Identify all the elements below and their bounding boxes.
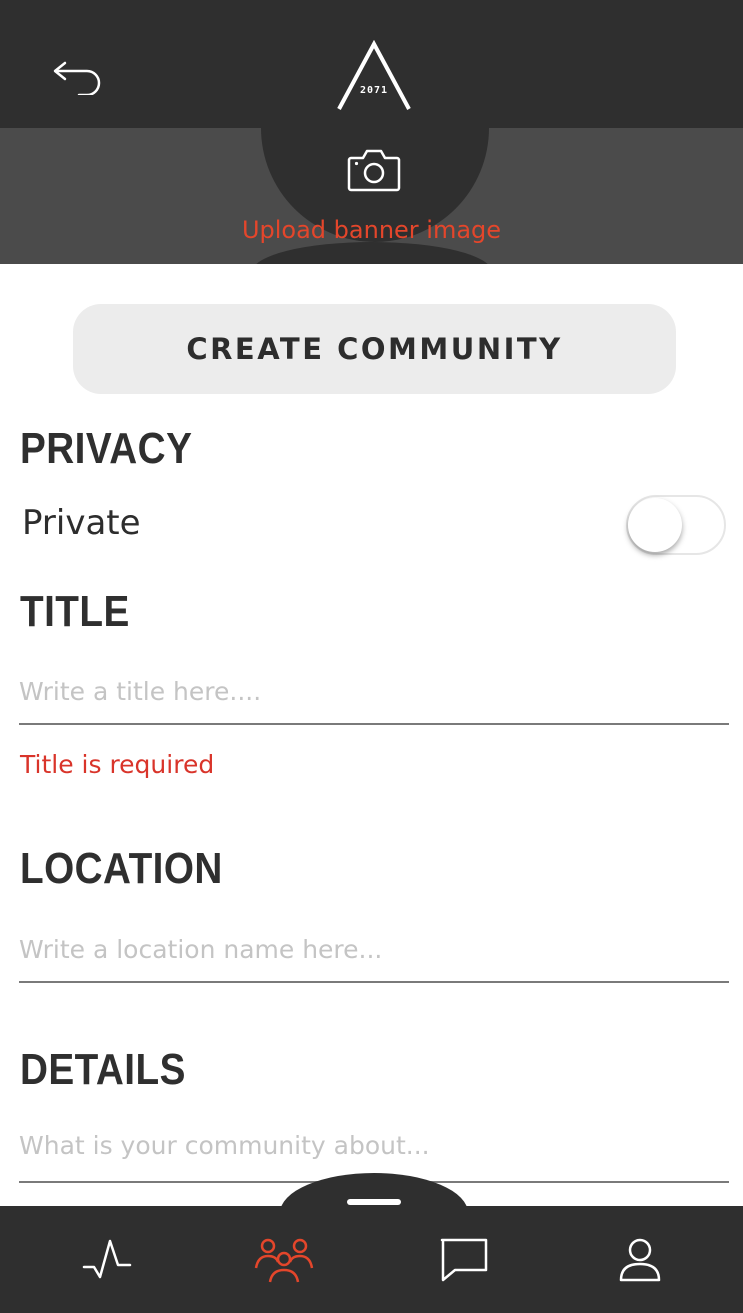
private-toggle[interactable] [626,495,726,555]
chat-icon [440,1238,488,1281]
nav-item-profile[interactable] [565,1206,715,1313]
title-heading: TITLE [20,587,130,636]
toggle-knob [628,498,682,552]
nav-item-messages[interactable] [389,1206,539,1313]
location-input[interactable] [19,917,729,983]
banner-upload-area[interactable]: Upload banner image [0,128,743,264]
title-error-message: Title is required [20,750,215,779]
back-arrow-icon [53,61,101,95]
logo-text: 2071 [359,85,389,96]
private-toggle-label: Private [22,503,141,543]
details-heading: DETAILS [20,1045,186,1094]
back-button[interactable] [40,50,106,100]
activity-icon [82,1239,132,1278]
create-community-button[interactable]: CREATE COMMUNITY [73,304,676,394]
bottom-navigation [0,1206,743,1313]
location-heading: LOCATION [20,844,223,893]
profile-icon [619,1238,661,1281]
camera-icon [347,149,401,192]
drag-handle [347,1199,401,1205]
upload-banner-label[interactable]: Upload banner image [0,216,743,244]
nav-item-activity[interactable] [32,1206,182,1313]
title-input[interactable] [19,660,729,725]
app-header: 2071 [0,0,743,128]
app-logo: 2071 [333,39,415,114]
banner-arc [252,242,492,264]
nav-item-community[interactable] [210,1206,360,1313]
privacy-heading: PRIVACY [20,424,193,473]
community-icon [254,1238,314,1282]
